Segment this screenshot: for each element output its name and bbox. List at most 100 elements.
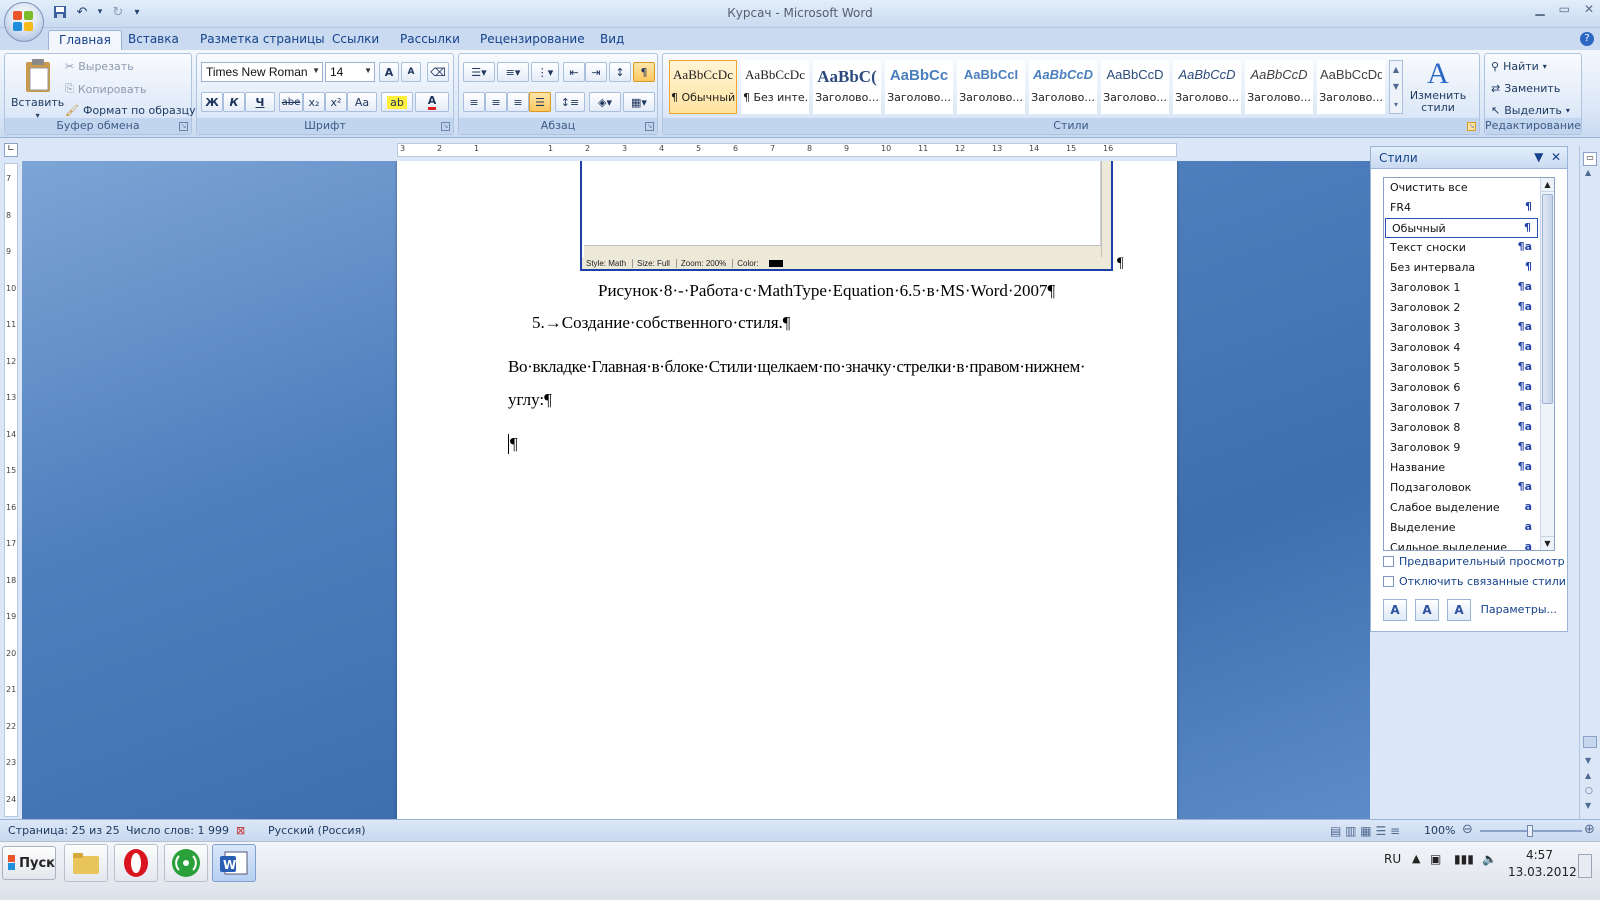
help-icon[interactable]: ?: [1580, 32, 1594, 46]
grow-font-button[interactable]: A: [379, 62, 399, 82]
style-list-item[interactable]: Заголовок 2 ¶a: [1384, 298, 1554, 318]
zoom-out-icon[interactable]: ⊖: [1462, 822, 1473, 837]
prev-page-icon[interactable]: ▲: [1585, 771, 1591, 780]
show-desktop-button[interactable]: [1578, 854, 1592, 878]
tray-expand-icon[interactable]: ▲: [1412, 852, 1420, 865]
style-list-item[interactable]: Обычный ¶: [1385, 218, 1538, 238]
linked-styles-option[interactable]: Отключить связанные стили: [1383, 575, 1566, 588]
proofing-icon[interactable]: ⊠: [236, 824, 245, 837]
scroll-thumb[interactable]: [1583, 736, 1597, 748]
preview-option[interactable]: Предварительный просмотр: [1383, 555, 1565, 568]
clear-formatting-icon[interactable]: ⌫: [427, 62, 449, 82]
network-app-taskbar-button[interactable]: [164, 844, 208, 882]
minimize-button[interactable]: ▁: [1535, 2, 1544, 16]
style-list-item[interactable]: Заголовок 6 ¶a: [1384, 378, 1554, 398]
zoom-slider[interactable]: [1480, 825, 1582, 837]
numbering-icon[interactable]: ≡▾: [497, 62, 529, 82]
strikethrough-button[interactable]: abe: [279, 92, 303, 112]
language-indicator[interactable]: Русский (Россия): [268, 824, 366, 837]
align-center-icon[interactable]: ≡: [485, 92, 507, 112]
style-list-item[interactable]: Заголовок 5 ¶a: [1384, 358, 1554, 378]
paragraph-launcher-icon[interactable]: ↘: [645, 122, 654, 131]
style-inspector-icon[interactable]: A: [1415, 599, 1439, 621]
style-list-item[interactable]: Без интервала ¶: [1384, 258, 1554, 278]
maximize-button[interactable]: ▭: [1559, 2, 1570, 16]
tab-review[interactable]: Рецензирование: [470, 30, 595, 50]
underline-button[interactable]: Ч: [245, 92, 275, 112]
style-list-item[interactable]: Заголовок 9 ¶a: [1384, 438, 1554, 458]
network-icon[interactable]: ▮▮▮: [1454, 852, 1474, 866]
style-list-item[interactable]: Сильное выделение a: [1384, 538, 1554, 550]
clipboard-launcher-icon[interactable]: ↘: [179, 122, 188, 131]
change-styles-button[interactable]: A Изменить стили: [1409, 58, 1467, 114]
tray-device-icon[interactable]: ▣: [1430, 852, 1441, 866]
view-ruler-icon[interactable]: ▭: [1583, 152, 1597, 166]
explorer-taskbar-button[interactable]: [64, 844, 108, 882]
style-gallery-heading2[interactable]: AaBbCc Заголово...: [885, 60, 953, 114]
shrink-font-button[interactable]: A: [401, 62, 421, 82]
parameters-link[interactable]: Параметры...: [1481, 603, 1557, 616]
style-gallery-heading3[interactable]: AaBbCcI Заголово...: [957, 60, 1025, 114]
page-indicator[interactable]: Страница: 25 из 25: [8, 824, 120, 837]
ruler-bar[interactable]: 7 8 9 10 11 12 13 14 15 16 17 18 19 20 21 22 23 24: [4, 163, 18, 817]
format-painter-button[interactable]: 🖌 Формат по образцу: [65, 104, 196, 117]
shading-icon[interactable]: ◈▾: [589, 92, 621, 112]
style-list-item[interactable]: Заголовок 7 ¶a: [1384, 398, 1554, 418]
tab-references[interactable]: Ссылки: [322, 30, 389, 50]
tab-view[interactable]: Вид: [590, 30, 634, 50]
decrease-indent-icon[interactable]: ⇤: [563, 62, 585, 82]
tab-selector-icon[interactable]: ∟: [4, 143, 18, 157]
chevron-down-icon[interactable]: ▼: [1393, 82, 1399, 91]
justify-icon[interactable]: ☰: [529, 92, 551, 112]
find-button[interactable]: ⚲ Найти ▾: [1491, 60, 1547, 73]
borders-icon[interactable]: ▦▾: [623, 92, 655, 112]
start-button[interactable]: Пуск: [2, 846, 56, 880]
zoom-level[interactable]: 100%: [1424, 824, 1455, 837]
align-right-icon[interactable]: ≡: [507, 92, 529, 112]
vertical-scrollbar[interactable]: ▭ ▲ ▼ ▲ ○ ▼: [1579, 146, 1600, 819]
increase-indent-icon[interactable]: ⇥: [585, 62, 607, 82]
style-gallery-no-spacing[interactable]: AaBbCcDc¶ Без инте...: [741, 60, 809, 114]
font-launcher-icon[interactable]: ↘: [441, 122, 450, 131]
paste-button[interactable]: Вставить ▾: [11, 58, 64, 120]
show-marks-button[interactable]: ¶: [633, 62, 655, 82]
chevron-up-icon[interactable]: ▲: [1585, 168, 1591, 177]
change-case-button[interactable]: Aa: [347, 92, 377, 112]
select-button[interactable]: ↖ Выделить ▾: [1491, 104, 1570, 117]
manage-styles-icon[interactable]: A: [1447, 599, 1471, 621]
office-button[interactable]: [4, 2, 44, 42]
ruler-bar[interactable]: 3 2 1 1 2 3 4 5 6 7 8 9 10 11 12 13 14 15 16: [397, 143, 1177, 157]
document-area[interactable]: Style: Math Size: Full Zoom: 200% Color:…: [22, 161, 1370, 819]
preview-checkbox[interactable]: [1383, 556, 1394, 567]
zoom-in-icon[interactable]: ⊕: [1584, 822, 1595, 837]
style-gallery-heading6[interactable]: AaBbCcD Заголово...: [1173, 60, 1241, 114]
view-buttons[interactable]: ▤ ▥ ▦ ☰ ≡: [1330, 824, 1400, 838]
keyboard-language[interactable]: RU: [1384, 852, 1401, 866]
superscript-button[interactable]: x²: [325, 92, 347, 112]
style-gallery-heading8[interactable]: AaBbCcDd Заголово...: [1317, 60, 1385, 114]
close-icon[interactable]: ✕: [1551, 150, 1561, 164]
copy-button[interactable]: ⎘ Копировать: [65, 82, 147, 96]
styles-list[interactable]: ▲ ▼ Очистить все FR4 ¶ Обычный ¶ Текст сноски…: [1383, 177, 1555, 551]
document-page[interactable]: Style: Math Size: Full Zoom: 200% Color:…: [397, 161, 1177, 819]
chevron-down-icon[interactable]: ▼: [1585, 756, 1591, 765]
italic-button[interactable]: К: [223, 92, 245, 112]
bullets-icon[interactable]: ☰▾: [463, 62, 495, 82]
style-list-item[interactable]: Слабое выделение a: [1384, 498, 1554, 518]
opera-taskbar-button[interactable]: [114, 844, 158, 882]
font-size-combo[interactable]: 14 ▼: [325, 62, 375, 82]
chevron-up-icon[interactable]: ▲: [1393, 65, 1399, 74]
volume-icon[interactable]: 🔈: [1482, 852, 1497, 866]
browse-object-icon[interactable]: ○: [1585, 786, 1593, 796]
word-count[interactable]: Число слов: 1 999: [126, 824, 229, 837]
next-page-icon[interactable]: ▼: [1585, 801, 1591, 810]
style-list-item[interactable]: Заголовок 3 ¶a: [1384, 318, 1554, 338]
new-style-icon[interactable]: A: [1383, 599, 1407, 621]
styles-launcher-icon[interactable]: ↘: [1467, 122, 1476, 131]
style-list-item[interactable]: Подзаголовок ¶a: [1384, 478, 1554, 498]
tab-home[interactable]: Главная: [48, 30, 122, 50]
cut-button[interactable]: ✂ Вырезать: [65, 60, 134, 73]
style-gallery-normal[interactable]: AaBbCcDc ¶ Обычный: [669, 60, 737, 114]
multilevel-list-icon[interactable]: ⋮▾: [531, 62, 559, 82]
style-list-item[interactable]: FR4 ¶: [1384, 198, 1554, 218]
